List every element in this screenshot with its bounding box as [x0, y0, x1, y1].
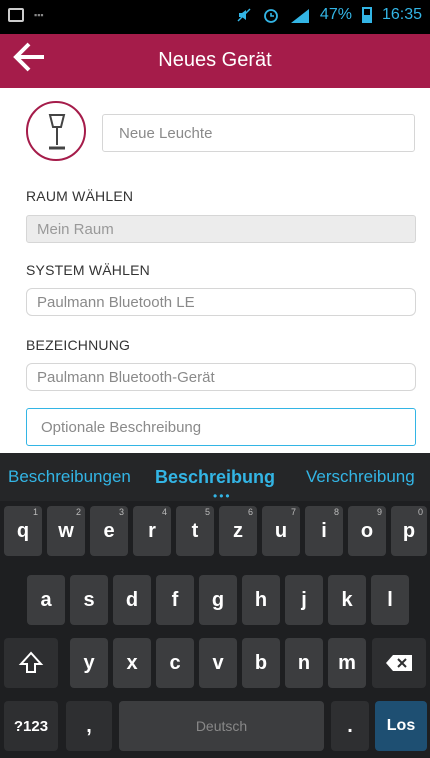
battery-icon [361, 7, 372, 23]
symbols-key[interactable]: ?123 [4, 701, 58, 751]
more-suggestions-indicator: ••• [213, 489, 232, 503]
suggestion-2[interactable]: Beschreibung [155, 467, 275, 488]
key-j[interactable]: j [285, 575, 323, 625]
key-y[interactable]: y [70, 638, 108, 688]
designation-value: Paulmann Bluetooth-Gerät [37, 368, 215, 386]
page-title: Neues Gerät [158, 49, 272, 71]
alarm-icon [264, 9, 278, 23]
shift-icon [18, 651, 44, 673]
key-v[interactable]: v [199, 638, 237, 688]
key-m[interactable]: m [328, 638, 366, 688]
image-icon [8, 8, 24, 22]
app-bar: Neues Gerät [0, 34, 430, 88]
key-f[interactable]: f [156, 575, 194, 625]
key-h[interactable]: h [242, 575, 280, 625]
key-r[interactable]: r4 [133, 506, 171, 556]
room-value: Mein Raum [37, 220, 114, 238]
key-l[interactable]: l [371, 575, 409, 625]
suggestion-1[interactable]: Beschreibungen [8, 467, 131, 487]
system-value: Paulmann Bluetooth LE [37, 293, 195, 311]
key-z[interactable]: z6 [219, 506, 257, 556]
key-g[interactable]: g [199, 575, 237, 625]
suggestion-3[interactable]: Verschreibung [306, 467, 415, 487]
description-input[interactable]: Optionale Beschreibung [26, 408, 416, 446]
key-e[interactable]: e3 [90, 506, 128, 556]
backspace-key[interactable] [372, 638, 426, 688]
device-name-input[interactable]: Neue Leuchte [102, 114, 415, 152]
period-key[interactable]: . [331, 701, 369, 751]
key-o[interactable]: o9 [348, 506, 386, 556]
room-select[interactable]: Mein Raum [26, 215, 416, 243]
key-s[interactable]: s [70, 575, 108, 625]
soft-keyboard: Beschreibungen Beschreibung Verschreibun… [0, 453, 430, 758]
system-label: SYSTEM WÄHLEN [26, 262, 150, 278]
key-t[interactable]: t5 [176, 506, 214, 556]
space-key[interactable]: Deutsch [119, 701, 324, 751]
backspace-icon [386, 655, 412, 671]
small-status-icon: ▪▪▪ [34, 10, 44, 20]
go-key[interactable]: Los [375, 701, 427, 751]
suggestion-bar: Beschreibungen Beschreibung Verschreibun… [0, 453, 430, 503]
status-bar: ▪▪▪ 47% 16:35 [0, 0, 430, 34]
key-q[interactable]: q1 [4, 506, 42, 556]
key-k[interactable]: k [328, 575, 366, 625]
key-w[interactable]: w2 [47, 506, 85, 556]
description-placeholder: Optionale Beschreibung [41, 418, 202, 436]
key-x[interactable]: x [113, 638, 151, 688]
mute-icon [237, 8, 251, 22]
room-label: RAUM WÄHLEN [26, 188, 134, 204]
system-select[interactable]: Paulmann Bluetooth LE [26, 288, 416, 316]
lamp-icon[interactable] [26, 101, 86, 161]
key-b[interactable]: b [242, 638, 280, 688]
battery-percent: 47% [319, 6, 352, 23]
designation-input[interactable]: Paulmann Bluetooth-Gerät [26, 363, 416, 391]
key-a[interactable]: a [27, 575, 65, 625]
key-c[interactable]: c [156, 638, 194, 688]
key-p[interactable]: p0 [391, 506, 427, 556]
shift-key[interactable] [4, 638, 58, 688]
designation-label: BEZEICHNUNG [26, 337, 131, 353]
key-d[interactable]: d [113, 575, 151, 625]
signal-icon [290, 9, 309, 23]
device-name-placeholder: Neue Leuchte [119, 124, 213, 142]
key-n[interactable]: n [285, 638, 323, 688]
comma-key[interactable]: , [66, 701, 112, 751]
key-i[interactable]: i8 [305, 506, 343, 556]
key-u[interactable]: u7 [262, 506, 300, 556]
clock: 16:35 [381, 6, 422, 23]
